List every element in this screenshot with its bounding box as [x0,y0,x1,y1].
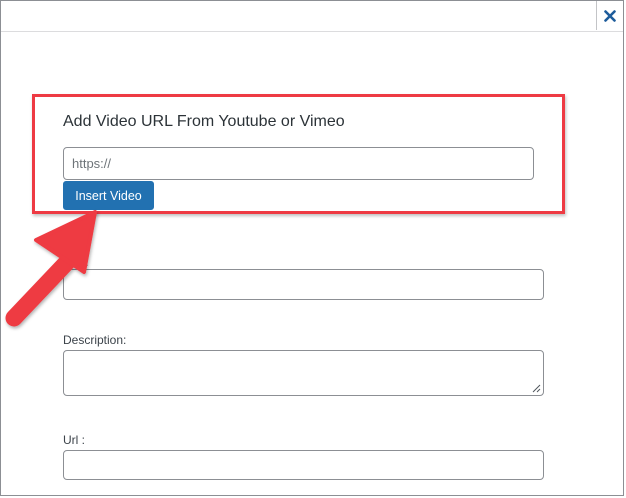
description-textarea[interactable] [63,350,544,396]
url-label: Url : [63,433,85,447]
video-url-input[interactable] [63,147,534,180]
title-input[interactable] [63,269,544,300]
url-input[interactable] [63,450,544,480]
description-label: Description: [63,333,127,347]
dialog-titlebar [1,1,623,32]
resize-grip-icon[interactable] [532,384,541,393]
title-label: Title: [63,255,89,269]
video-section-heading: Add Video URL From Youtube or Vimeo [63,113,345,130]
close-button[interactable] [596,1,623,30]
close-icon [604,9,616,22]
video-dialog: Add Video URL From Youtube or Vimeo Inse… [0,0,624,496]
insert-video-button[interactable]: Insert Video [63,181,154,210]
